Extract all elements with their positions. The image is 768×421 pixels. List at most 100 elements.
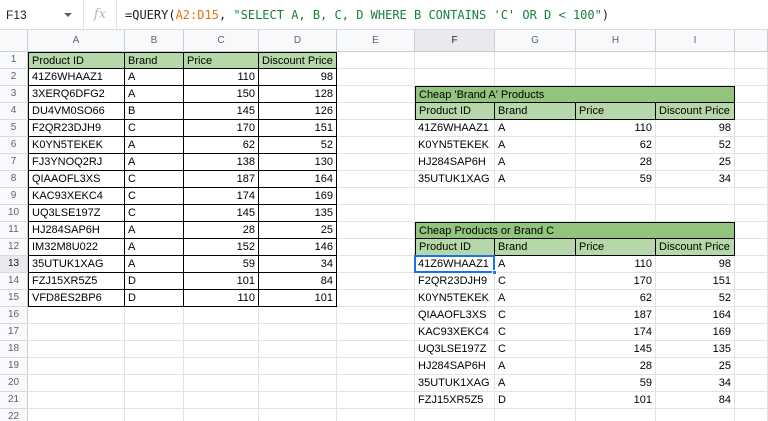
cell-B1[interactable]: Brand — [125, 52, 184, 69]
cell-J12[interactable] — [735, 239, 768, 256]
select-all-corner[interactable] — [0, 30, 28, 52]
row-header-17[interactable]: 17 — [0, 324, 28, 341]
cell-A5[interactable]: F2QR23DJH9 — [28, 120, 125, 137]
cell-F6[interactable]: K0YN5TEKEK — [415, 137, 495, 154]
table-title-cell-F3[interactable]: Cheap 'Brand A' Products — [415, 86, 735, 103]
cell-I19[interactable]: 25 — [656, 358, 735, 375]
cell-C7[interactable]: 138 — [184, 154, 259, 171]
cell-J16[interactable] — [735, 307, 768, 324]
row-header-2[interactable]: 2 — [0, 69, 28, 86]
cell-I9[interactable] — [656, 188, 735, 205]
cell-D16[interactable] — [259, 307, 337, 324]
cell-B9[interactable]: C — [125, 188, 184, 205]
cell-H6[interactable]: 62 — [576, 137, 656, 154]
cell-H20[interactable]: 59 — [576, 375, 656, 392]
cell-C9[interactable]: 174 — [184, 188, 259, 205]
cell-A15[interactable]: VFD8ES2BP6 — [28, 290, 125, 307]
cell-G12[interactable]: Brand — [495, 239, 576, 256]
cell-J14[interactable] — [735, 273, 768, 290]
cell-G8[interactable]: A — [495, 171, 576, 188]
cell-J18[interactable] — [735, 341, 768, 358]
cell-B21[interactable] — [125, 392, 184, 409]
cell-E10[interactable] — [337, 205, 415, 222]
cell-J17[interactable] — [735, 324, 768, 341]
cell-E11[interactable] — [337, 222, 415, 239]
cell-G6[interactable]: A — [495, 137, 576, 154]
cell-E15[interactable] — [337, 290, 415, 307]
cell-C15[interactable]: 110 — [184, 290, 259, 307]
cell-B3[interactable]: A — [125, 86, 184, 103]
cell-E6[interactable] — [337, 137, 415, 154]
row-header-11[interactable]: 11 — [0, 222, 28, 239]
cell-E12[interactable] — [337, 239, 415, 256]
row-header-13[interactable]: 13 — [0, 256, 28, 273]
cell-A11[interactable]: HJ284SAP6H — [28, 222, 125, 239]
cell-F20[interactable]: 35UTUK1XAG — [415, 375, 495, 392]
cell-F18[interactable]: UQ3LSE197Z — [415, 341, 495, 358]
cell-H7[interactable]: 28 — [576, 154, 656, 171]
cell-J21[interactable] — [735, 392, 768, 409]
cell-C12[interactable]: 152 — [184, 239, 259, 256]
cell-J1[interactable] — [735, 52, 768, 69]
cell-H16[interactable]: 187 — [576, 307, 656, 324]
cell-F9[interactable] — [415, 188, 495, 205]
cell-H1[interactable] — [576, 52, 656, 69]
column-header-G[interactable]: G — [495, 30, 576, 52]
cell-E18[interactable] — [337, 341, 415, 358]
cell-A12[interactable]: IM32M8U022 — [28, 239, 125, 256]
cell-B17[interactable] — [125, 324, 184, 341]
cell-G19[interactable]: A — [495, 358, 576, 375]
cell-H18[interactable]: 145 — [576, 341, 656, 358]
cell-D14[interactable]: 84 — [259, 273, 337, 290]
cell-E13[interactable] — [337, 256, 415, 273]
fill-handle[interactable] — [492, 270, 497, 275]
cell-G1[interactable] — [495, 52, 576, 69]
cell-D12[interactable]: 146 — [259, 239, 337, 256]
cell-J2[interactable] — [735, 69, 768, 86]
cell-G14[interactable]: C — [495, 273, 576, 290]
cell-F13[interactable]: 41Z6WHAAZ1 — [414, 255, 497, 275]
cell-B16[interactable] — [125, 307, 184, 324]
cell-G10[interactable] — [495, 205, 576, 222]
cell-C4[interactable]: 145 — [184, 103, 259, 120]
cell-G15[interactable]: A — [495, 290, 576, 307]
cell-I2[interactable] — [656, 69, 735, 86]
cell-J8[interactable] — [735, 171, 768, 188]
cell-E1[interactable] — [337, 52, 415, 69]
cell-C6[interactable]: 62 — [184, 137, 259, 154]
cell-J20[interactable] — [735, 375, 768, 392]
column-header-I[interactable]: I — [656, 30, 735, 52]
cell-E4[interactable] — [337, 103, 415, 120]
column-header-B[interactable]: B — [125, 30, 184, 52]
cell-F12[interactable]: Product ID — [415, 239, 495, 256]
cell-D18[interactable] — [259, 341, 337, 358]
cell-G13[interactable]: A — [495, 256, 576, 273]
cell-J11[interactable] — [735, 222, 768, 239]
cell-A18[interactable] — [28, 341, 125, 358]
row-header-9[interactable]: 9 — [0, 188, 28, 205]
row-header-1[interactable]: 1 — [0, 52, 28, 69]
column-header-F[interactable]: F — [415, 30, 495, 52]
cell-H22[interactable] — [576, 409, 656, 421]
cell-C2[interactable]: 110 — [184, 69, 259, 86]
cell-E17[interactable] — [337, 324, 415, 341]
column-header-partial[interactable] — [735, 30, 768, 52]
cell-H14[interactable]: 170 — [576, 273, 656, 290]
cell-C18[interactable] — [184, 341, 259, 358]
cell-G18[interactable]: C — [495, 341, 576, 358]
cell-A7[interactable]: FJ3YNOQ2RJ — [28, 154, 125, 171]
cell-C22[interactable] — [184, 409, 259, 421]
cell-D15[interactable]: 101 — [259, 290, 337, 307]
cell-J4[interactable] — [735, 103, 768, 120]
cell-I20[interactable]: 34 — [656, 375, 735, 392]
row-header-18[interactable]: 18 — [0, 341, 28, 358]
cell-E16[interactable] — [337, 307, 415, 324]
cell-F10[interactable] — [415, 205, 495, 222]
cell-B7[interactable]: A — [125, 154, 184, 171]
cell-B8[interactable]: C — [125, 171, 184, 188]
cell-G9[interactable] — [495, 188, 576, 205]
cell-A1[interactable]: Product ID — [28, 52, 125, 69]
cell-J6[interactable] — [735, 137, 768, 154]
row-header-12[interactable]: 12 — [0, 239, 28, 256]
cell-B20[interactable] — [125, 375, 184, 392]
